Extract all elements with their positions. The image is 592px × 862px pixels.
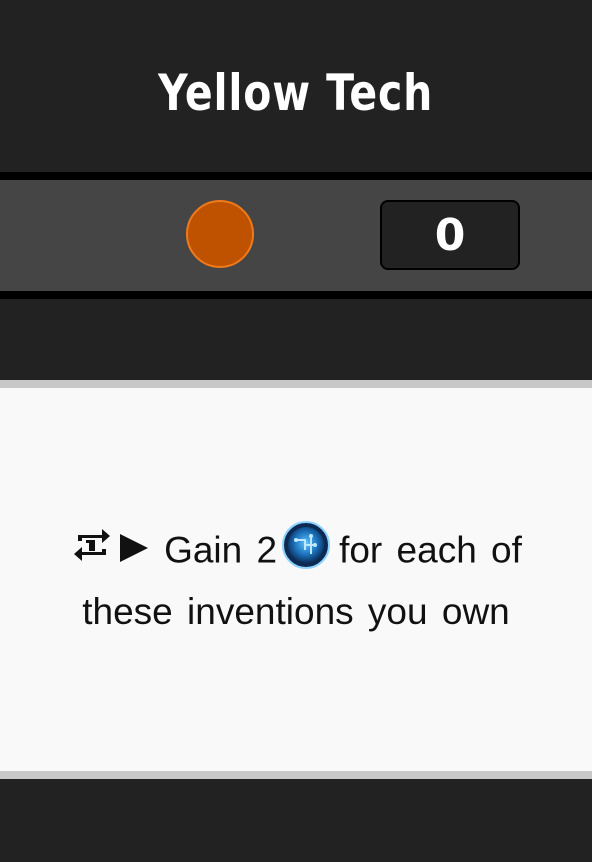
- gain-text: Gain 2: [164, 529, 278, 571]
- header: Yellow Tech: [0, 0, 592, 172]
- repeat-once-icon: [70, 523, 114, 582]
- spacer: [0, 299, 592, 380]
- play-triangle-icon: [118, 526, 150, 580]
- tech-token-icon: [281, 520, 331, 585]
- tech-card[interactable]: Gain 2 for each of these inventions you …: [0, 388, 592, 771]
- card-ability-text: Gain 2 for each of these inventions you …: [66, 520, 526, 639]
- counter-bar: 0: [0, 180, 592, 291]
- bottom-area: [0, 779, 592, 862]
- score-counter[interactable]: 0: [380, 200, 520, 270]
- counter-divider: [0, 291, 592, 299]
- player-color-dot[interactable]: [186, 200, 254, 268]
- page-title: Yellow Tech: [158, 64, 434, 122]
- card-border-bottom: [0, 771, 592, 779]
- card-border-top: [0, 380, 592, 388]
- header-divider: [0, 172, 592, 180]
